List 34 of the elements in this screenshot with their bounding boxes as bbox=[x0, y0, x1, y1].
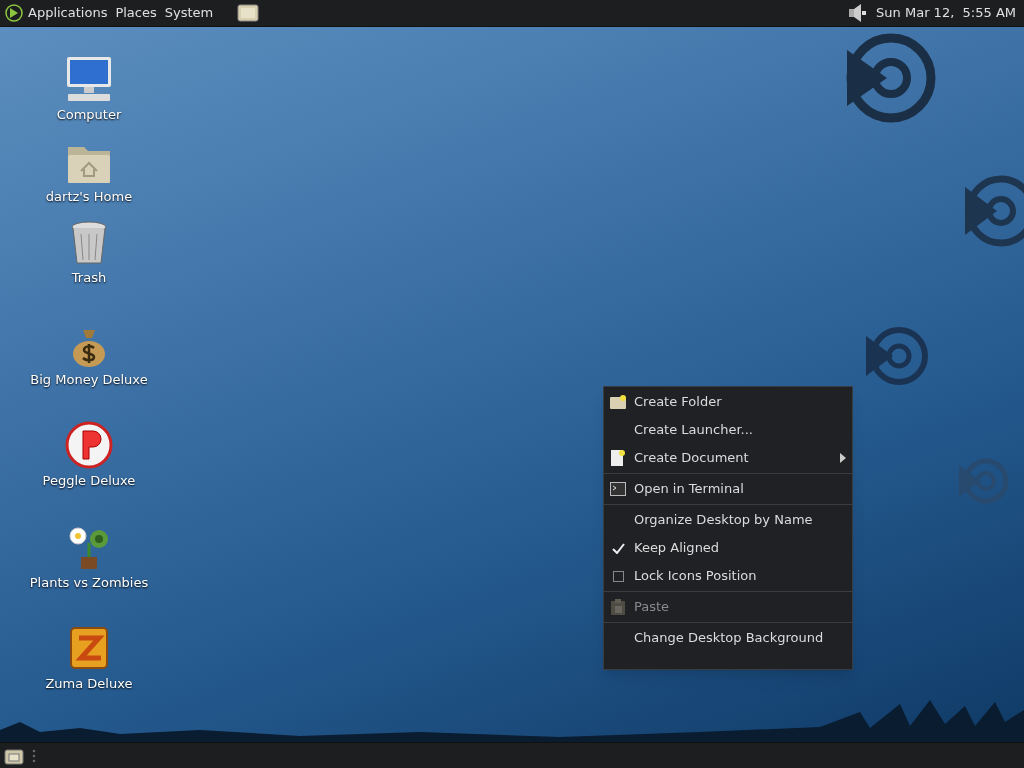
show-desktop-icon[interactable] bbox=[4, 746, 24, 765]
desktop-icon-label[interactable]: Plants vs Zombies bbox=[29, 572, 149, 592]
distro-logo-icon[interactable] bbox=[4, 3, 24, 23]
peggle-ball-icon bbox=[65, 421, 113, 469]
document-icon bbox=[611, 450, 625, 466]
panel-menu[interactable]: Applications bbox=[28, 3, 108, 23]
menu-item[interactable]: Change Desktop Background bbox=[604, 624, 852, 652]
menu-item[interactable]: Create Document bbox=[604, 444, 852, 472]
desktop-icon-label[interactable]: Computer bbox=[56, 105, 122, 125]
panel-handle-icon[interactable] bbox=[32, 747, 36, 764]
clock[interactable]: Sun Mar 12, 5:55 AM bbox=[876, 3, 1016, 23]
menu-item[interactable]: Create Folder bbox=[604, 388, 852, 416]
desktop-icon-label[interactable]: Zuma Deluxe bbox=[45, 674, 133, 694]
menu-item[interactable]: Open in Terminal bbox=[604, 475, 852, 503]
desktop-icon-label[interactable]: Big Money Deluxe bbox=[30, 369, 148, 389]
submenu-arrow-icon bbox=[840, 453, 846, 463]
terminal-icon bbox=[610, 482, 626, 496]
trash-icon bbox=[69, 220, 109, 266]
desktop-icon-label[interactable]: Trash bbox=[71, 268, 107, 288]
clipboard-icon bbox=[611, 599, 625, 615]
zuma-idol-icon bbox=[67, 624, 111, 672]
menu-item[interactable]: Organize Desktop by Name bbox=[604, 506, 852, 534]
folder-icon bbox=[610, 395, 626, 409]
menu-item[interactable]: Lock Icons Position bbox=[604, 562, 852, 590]
desktop-icon-label[interactable]: dartz's Home bbox=[45, 186, 133, 206]
wallpaper-logo-drawing bbox=[865, 324, 929, 388]
desktop-icon-label[interactable]: Peggle Deluxe bbox=[42, 471, 136, 491]
panel-menu[interactable]: System bbox=[164, 3, 214, 23]
window-icon[interactable] bbox=[237, 4, 260, 22]
menu-item[interactable]: Create Launcher... bbox=[604, 416, 852, 444]
menu-item[interactable]: Keep Aligned bbox=[604, 534, 852, 562]
computer-icon bbox=[64, 55, 114, 103]
speaker-icon[interactable] bbox=[846, 3, 869, 23]
panel-menu[interactable]: Places bbox=[115, 3, 157, 23]
